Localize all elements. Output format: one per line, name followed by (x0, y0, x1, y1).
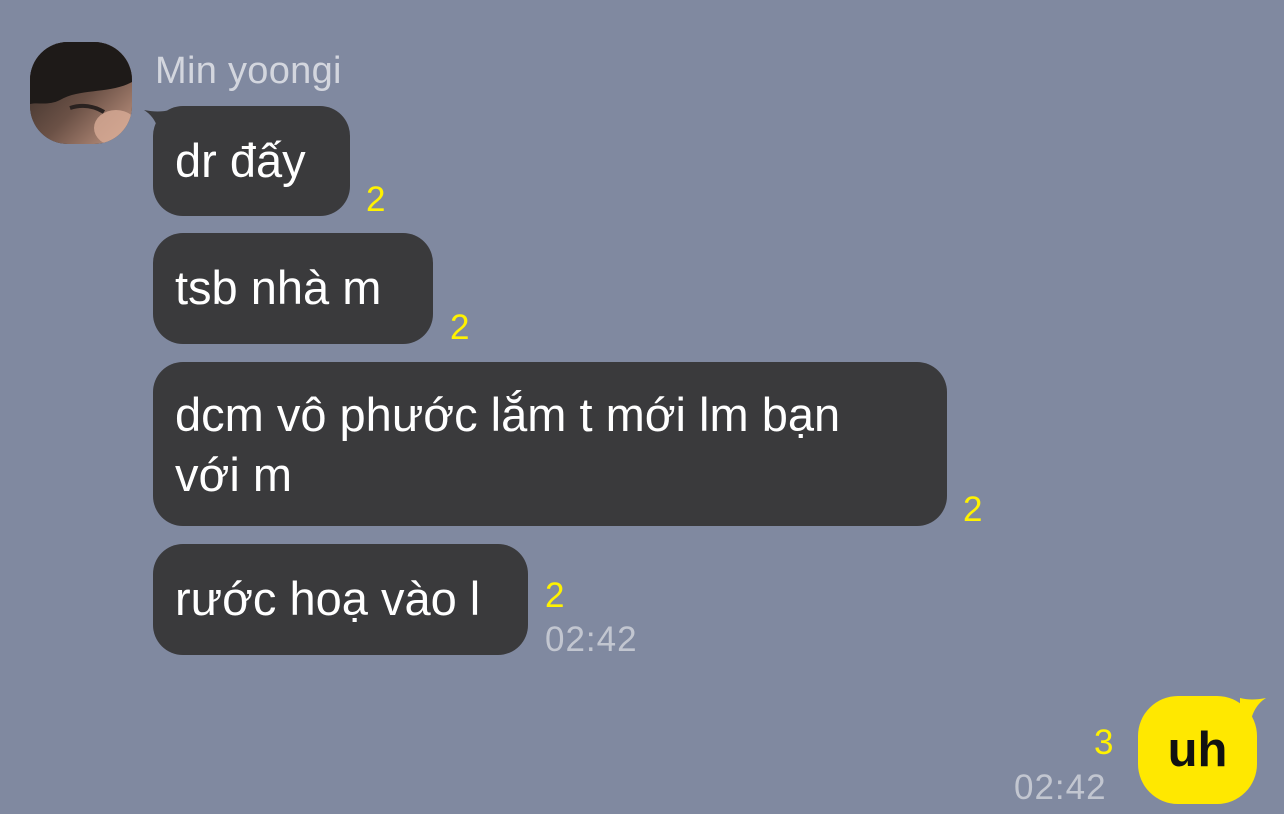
received-message[interactable]: dcm vô phước lắm t mới lm bạn với m (153, 362, 947, 526)
read-count: 2 (366, 180, 386, 219)
read-count: 2 (963, 490, 983, 529)
chat-thread: Min yoongi dr đấy 2 tsb nhà m 2 dcm vô p… (0, 0, 1284, 814)
sender-name: Min yoongi (155, 50, 342, 92)
avatar-photo-icon (30, 42, 132, 144)
message-text: uh (1167, 723, 1228, 777)
message-timestamp: 02:42 (1014, 768, 1107, 807)
bubble-tail (1240, 698, 1266, 730)
received-message[interactable]: dr đấy (153, 106, 350, 216)
message-text: dcm vô phước lắm t mới lm bạn với m (175, 388, 841, 501)
received-message[interactable]: tsb nhà m (153, 233, 433, 344)
message-timestamp: 02:42 (545, 620, 638, 659)
read-count: 2 (450, 308, 470, 347)
message-text: rước hoạ vào l (175, 572, 481, 625)
received-message[interactable]: rước hoạ vào l (153, 544, 528, 655)
read-count: 3 (1094, 723, 1114, 762)
contact-avatar[interactable] (30, 42, 132, 144)
message-text: dr đấy (175, 134, 306, 187)
read-count: 2 (545, 576, 565, 615)
message-text: tsb nhà m (175, 261, 382, 314)
